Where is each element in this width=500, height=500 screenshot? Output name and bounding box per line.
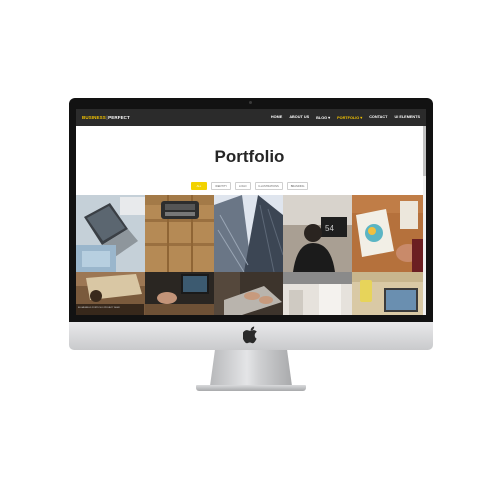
camera-icon — [249, 101, 252, 104]
filter-branding[interactable]: BRANDING — [286, 182, 309, 191]
brand-logo[interactable]: BUSINESS | PERFECT — [82, 115, 130, 120]
filter-logo[interactable]: LOGO — [235, 182, 251, 191]
nav-item-contact[interactable]: CONTACT — [369, 115, 387, 120]
portfolio-item-skyscrapers[interactable] — [214, 195, 283, 272]
monitor-stand — [210, 350, 292, 386]
page-title: Portfolio — [214, 147, 285, 166]
portfolio-caption: BLUMENFELD PORTFOLIO PROJECT DEMO — [78, 307, 120, 309]
nav-item-home[interactable]: HOME — [271, 115, 282, 120]
caption-overlay — [76, 304, 144, 315]
scrollbar-thumb[interactable] — [423, 126, 426, 176]
brand-primary: BUSINESS — [82, 115, 106, 120]
nav-menu: HOME ABOUT US BLOG ▾ PORTFOLIO ▾ CONTACT… — [271, 115, 420, 120]
portfolio-item-bright-room[interactable] — [283, 272, 352, 315]
svg-text:54: 54 — [325, 224, 334, 233]
nav-item-blog[interactable]: BLOG ▾ — [316, 115, 330, 120]
imac-monitor: BUSINESS | PERFECT HOME ABOUT US BLOG ▾ … — [69, 98, 433, 322]
portfolio-filters: ALL IDENTITY LOGO ILLUSTRATIONS BRANDING — [76, 182, 423, 191]
nav-item-portfolio[interactable]: PORTFOLIO ▾ — [337, 115, 362, 120]
monitor-stand-base — [196, 385, 306, 391]
screen: BUSINESS | PERFECT HOME ABOUT US BLOG ▾ … — [76, 109, 426, 315]
portfolio-grid: 54 BLUMENFELD PORTFOLIO PROJECT DEMO — [76, 195, 423, 315]
portfolio-item-sketchbook[interactable] — [352, 195, 423, 272]
nav-item-ui-elements[interactable]: UI ELEMENTS — [394, 115, 420, 120]
site-navbar: BUSINESS | PERFECT HOME ABOUT US BLOG ▾ … — [76, 109, 426, 126]
portfolio-item-typewriter[interactable] — [145, 195, 214, 272]
apple-icon — [243, 326, 257, 344]
filter-identity[interactable]: IDENTITY — [211, 182, 232, 191]
portfolio-item-person-laptop[interactable]: 54 — [283, 195, 352, 272]
monitor-chin — [69, 322, 433, 350]
portfolio-item-laptop[interactable] — [76, 195, 145, 272]
brand-secondary: PERFECT — [108, 115, 130, 120]
portfolio-item-phone-desk[interactable] — [145, 272, 214, 315]
portfolio-item-typing[interactable] — [214, 272, 283, 315]
filter-illustrations[interactable]: ILLUSTRATIONS — [254, 182, 283, 191]
nav-item-about[interactable]: ABOUT US — [289, 115, 309, 120]
filter-all[interactable]: ALL — [190, 182, 208, 191]
portfolio-item-laptop-mug[interactable] — [352, 272, 423, 315]
